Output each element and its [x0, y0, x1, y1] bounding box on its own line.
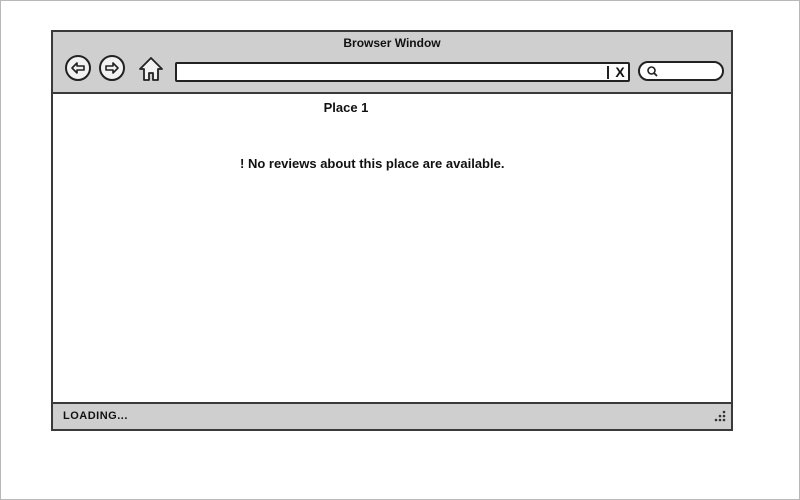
page-content: Place 1 ! No reviews about this place ar… — [53, 94, 731, 402]
status-bar: LOADING... — [53, 402, 731, 429]
status-text: LOADING... — [63, 410, 128, 422]
text-cursor — [607, 66, 609, 79]
window-title: Browser Window — [343, 36, 441, 50]
browser-window: Browser Window X Place 1 ! No reviews ab… — [51, 30, 733, 431]
home-icon — [139, 57, 163, 81]
search-icon — [647, 66, 658, 77]
home-button[interactable] — [138, 56, 164, 82]
clear-address-button[interactable]: X — [613, 64, 627, 80]
address-bar[interactable]: X — [175, 62, 630, 82]
page-title: Place 1 — [323, 100, 369, 115]
back-button[interactable] — [65, 55, 91, 81]
search-input[interactable] — [638, 61, 724, 81]
no-reviews-notice: ! No reviews about this place are availa… — [240, 156, 505, 171]
back-arrow-icon — [71, 62, 85, 74]
resize-grip-icon[interactable] — [713, 409, 727, 423]
forward-button[interactable] — [99, 55, 125, 81]
browser-chrome: Browser Window X — [53, 32, 731, 94]
forward-arrow-icon — [105, 62, 119, 74]
